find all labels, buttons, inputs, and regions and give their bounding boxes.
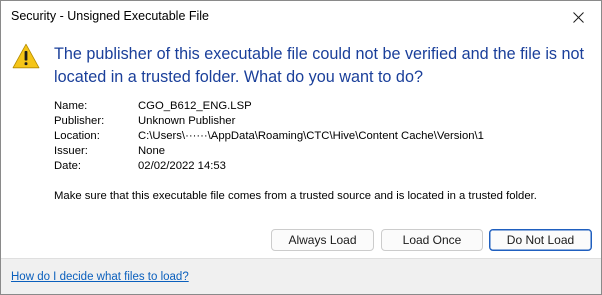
security-dialog: Security - Unsigned Executable File The …	[0, 0, 602, 295]
detail-label: Location:	[54, 130, 100, 142]
trust-note: Make sure that this executable file come…	[54, 190, 537, 202]
detail-value: CGO_B612_ENG.LSP	[138, 100, 252, 112]
close-icon	[572, 11, 584, 23]
always-load-button[interactable]: Always Load	[271, 229, 374, 251]
detail-value: Unknown Publisher	[138, 115, 236, 127]
detail-row-location: Location: C:\Users\······\AppData\Roamin…	[54, 129, 484, 144]
help-link[interactable]: How do I decide what files to load?	[11, 271, 189, 283]
button-bar: Always Load Load Once Do Not Load	[1, 222, 601, 258]
detail-row-date: Date: 02/02/2022 14:53	[54, 159, 484, 174]
title-bar[interactable]: Security - Unsigned Executable File	[1, 1, 601, 33]
file-details: Name: CGO_B612_ENG.LSP Publisher: Unknow…	[54, 99, 484, 174]
detail-label: Issuer:	[54, 145, 88, 157]
close-button[interactable]	[555, 1, 601, 33]
detail-value: 02/02/2022 14:53	[138, 160, 226, 172]
detail-value: C:\Users\······\AppData\Roaming\CTC\Hive…	[138, 130, 484, 142]
detail-label: Publisher:	[54, 115, 105, 127]
detail-row-publisher: Publisher: Unknown Publisher	[54, 114, 484, 129]
do-not-load-button[interactable]: Do Not Load	[489, 229, 592, 251]
window-title: Security - Unsigned Executable File	[11, 9, 210, 23]
load-once-button[interactable]: Load Once	[381, 229, 483, 251]
detail-row-name: Name: CGO_B612_ENG.LSP	[54, 99, 484, 114]
dialog-heading: The publisher of this executable file co…	[54, 45, 585, 86]
detail-label: Date:	[54, 160, 82, 172]
warning-icon	[12, 43, 40, 69]
detail-row-issuer: Issuer: None	[54, 144, 484, 159]
footer-bar: How do I decide what files to load?	[1, 258, 601, 294]
detail-value: None	[138, 145, 166, 157]
detail-label: Name:	[54, 100, 88, 112]
